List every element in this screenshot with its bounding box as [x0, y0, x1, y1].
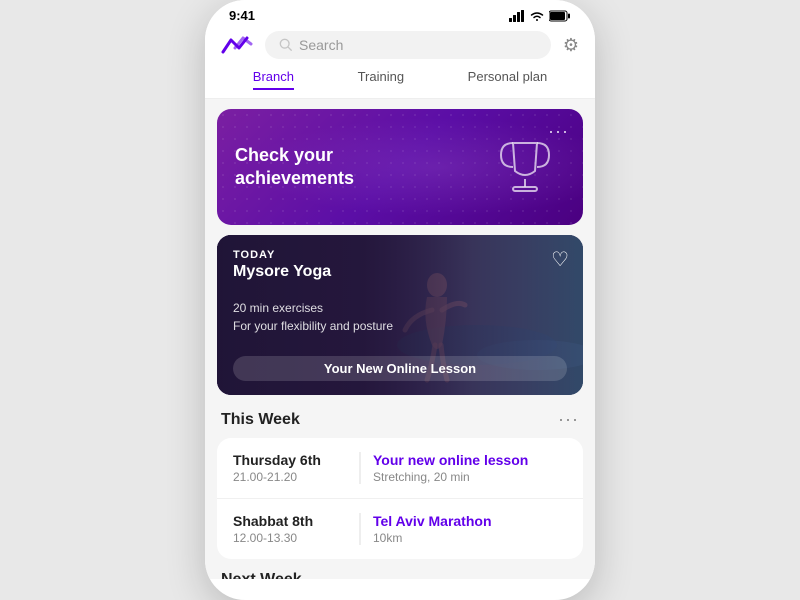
- schedule-date: Shabbat 8th 12.00-13.30: [233, 513, 343, 545]
- today-title: Mysore Yoga: [233, 263, 567, 281]
- search-placeholder: Search: [299, 37, 343, 53]
- schedule-day: Shabbat 8th: [233, 513, 343, 529]
- phone-frame: 9:41: [205, 0, 595, 600]
- logo-icon: [221, 34, 253, 56]
- this-week-more[interactable]: ···: [558, 409, 579, 430]
- next-week-title: Next Week: [221, 571, 302, 579]
- schedule-detail: 10km: [373, 531, 567, 545]
- schedule-item[interactable]: Shabbat 8th 12.00-13.30 Tel Aviv Maratho…: [217, 499, 583, 559]
- schedule-time: 12.00-13.30: [233, 531, 343, 545]
- today-content: TODAY Mysore Yoga 20 min exercises For y…: [217, 235, 583, 395]
- search-icon: [279, 38, 293, 52]
- battery-icon: [549, 10, 571, 22]
- this-week-list: Thursday 6th 21.00-21.20 Your new online…: [217, 438, 583, 559]
- status-bar: 9:41: [205, 0, 595, 27]
- today-desc-line1: 20 min exercises: [233, 299, 567, 317]
- this-week-header: This Week ···: [205, 405, 595, 438]
- schedule-item[interactable]: Thursday 6th 21.00-21.20 Your new online…: [217, 438, 583, 499]
- tab-personal-plan[interactable]: Personal plan: [468, 65, 548, 90]
- wifi-icon: [529, 10, 545, 22]
- achievements-card[interactable]: Check your achievements ···: [217, 109, 583, 225]
- schedule-date: Thursday 6th 21.00-21.20: [233, 452, 343, 484]
- schedule-day: Thursday 6th: [233, 452, 343, 468]
- today-desc-line2: For your flexibility and posture: [233, 317, 567, 335]
- tab-training[interactable]: Training: [358, 65, 404, 90]
- tab-branch[interactable]: Branch: [253, 65, 294, 90]
- nav-tabs: Branch Training Personal plan: [205, 65, 595, 99]
- today-cta[interactable]: Your New Online Lesson: [233, 356, 567, 381]
- schedule-detail: Stretching, 20 min: [373, 470, 567, 484]
- search-bar[interactable]: Search: [265, 31, 551, 59]
- schedule-name: Tel Aviv Marathon: [373, 513, 567, 529]
- signal-icon: [509, 10, 525, 22]
- next-week-header: Next Week: [205, 559, 595, 579]
- today-description: 20 min exercises For your flexibility an…: [233, 299, 567, 335]
- achievements-title: Check your achievements: [235, 144, 375, 191]
- schedule-name: Your new online lesson: [373, 452, 567, 468]
- schedule-time: 21.00-21.20: [233, 470, 343, 484]
- this-week-title: This Week: [221, 411, 300, 429]
- status-time: 9:41: [229, 8, 255, 23]
- trophy-icon: [485, 127, 565, 207]
- schedule-info: Your new online lesson Stretching, 20 mi…: [359, 452, 567, 484]
- settings-icon[interactable]: ⚙: [563, 35, 579, 56]
- main-content: Check your achievements ···: [205, 99, 595, 579]
- status-icons: [509, 10, 571, 22]
- header: Search ⚙: [205, 27, 595, 65]
- today-card[interactable]: ♡ TODAY Mysore Yoga 20 min exercises For…: [217, 235, 583, 395]
- today-label: TODAY: [233, 249, 567, 261]
- schedule-info: Tel Aviv Marathon 10km: [359, 513, 567, 545]
